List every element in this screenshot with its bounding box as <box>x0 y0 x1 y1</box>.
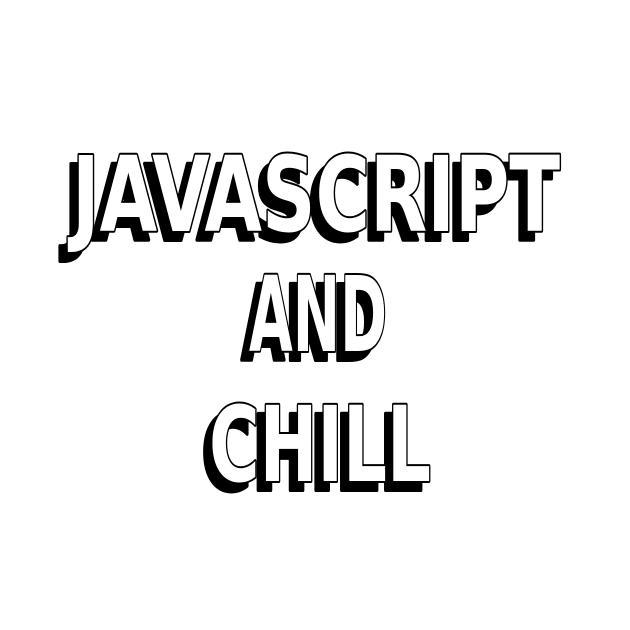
slogan-line-2-text: AND <box>249 254 387 376</box>
slogan-line-javascript: JAVASCRIPT JAVASCRIPT <box>58 132 562 267</box>
slogan-line-and: AND AND <box>239 252 389 387</box>
artwork-canvas: JAVASCRIPT JAVASCRIPT AND AND CHILL CHIL… <box>0 0 630 630</box>
slogan-line-chill: CHILL CHILL <box>199 382 433 517</box>
slogan-graphic: JAVASCRIPT JAVASCRIPT AND AND CHILL CHIL… <box>58 132 562 517</box>
slogan-line-3-text: CHILL <box>209 384 431 506</box>
slogan-line-1-text: JAVASCRIPT <box>68 134 560 256</box>
